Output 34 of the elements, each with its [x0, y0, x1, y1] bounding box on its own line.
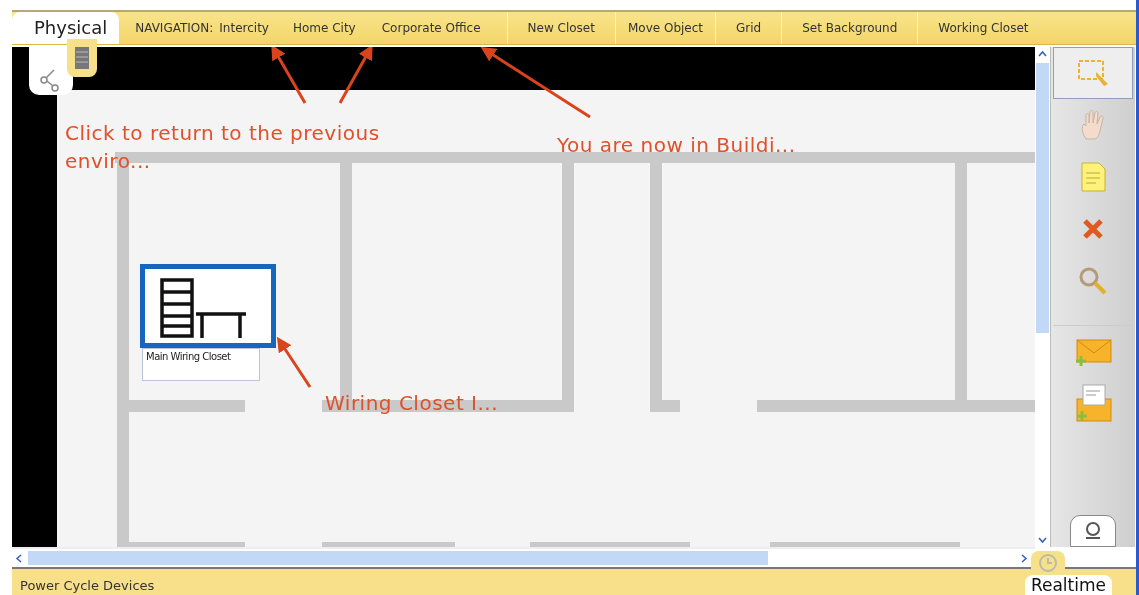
- toolbar-button[interactable]: Set Background: [781, 12, 918, 44]
- rack-icon: [74, 46, 90, 70]
- logical-view-button[interactable]: [29, 47, 73, 95]
- physical-view-button[interactable]: [67, 39, 97, 77]
- annotation-text: Click to return to the previous enviro...: [65, 120, 381, 175]
- select-icon: [1076, 58, 1110, 88]
- toolbar-button[interactable]: Working Closet: [917, 12, 1049, 44]
- toolbar-button[interactable]: Grid: [715, 12, 782, 44]
- envelope-icon: [1073, 336, 1113, 366]
- annotation-arrow: [271, 47, 307, 104]
- toolbar-button[interactable]: New Closet: [506, 12, 615, 44]
- wiring-closet-device[interactable]: [140, 264, 276, 348]
- navigation-link[interactable]: Corporate Office: [381, 21, 481, 35]
- navigation-link[interactable]: Home City: [292, 21, 356, 35]
- annotation-text: Wiring Closet I...: [325, 390, 500, 417]
- open-envelope-icon: [1073, 383, 1113, 423]
- device-name-field[interactable]: Main Wiring Closet: [142, 348, 260, 381]
- horizontal-scrollbar[interactable]: [12, 547, 1035, 567]
- delete-icon: [1081, 217, 1105, 241]
- viewport-button[interactable]: [1070, 515, 1116, 547]
- vertical-scrollbar[interactable]: [1035, 47, 1050, 547]
- status-text: Power Cycle Devices: [19, 578, 155, 595]
- search-icon: [1078, 266, 1108, 296]
- annotation-arrow: [276, 336, 312, 388]
- physical-tab[interactable]: Physical: [12, 12, 120, 44]
- navigation-label: NAVIGATION:: [135, 21, 214, 35]
- annotation-arrow: [338, 47, 373, 104]
- navigation-link[interactable]: Intercity: [219, 21, 269, 35]
- note-icon: [1079, 161, 1107, 193]
- time-mode-label: Realtime: [1024, 575, 1112, 595]
- annotation-text: You are now in Buildi...: [557, 132, 797, 159]
- toolbar-button[interactable]: Move Object: [614, 12, 716, 44]
- network-icon: [40, 67, 62, 93]
- clock-icon: [1037, 552, 1060, 574]
